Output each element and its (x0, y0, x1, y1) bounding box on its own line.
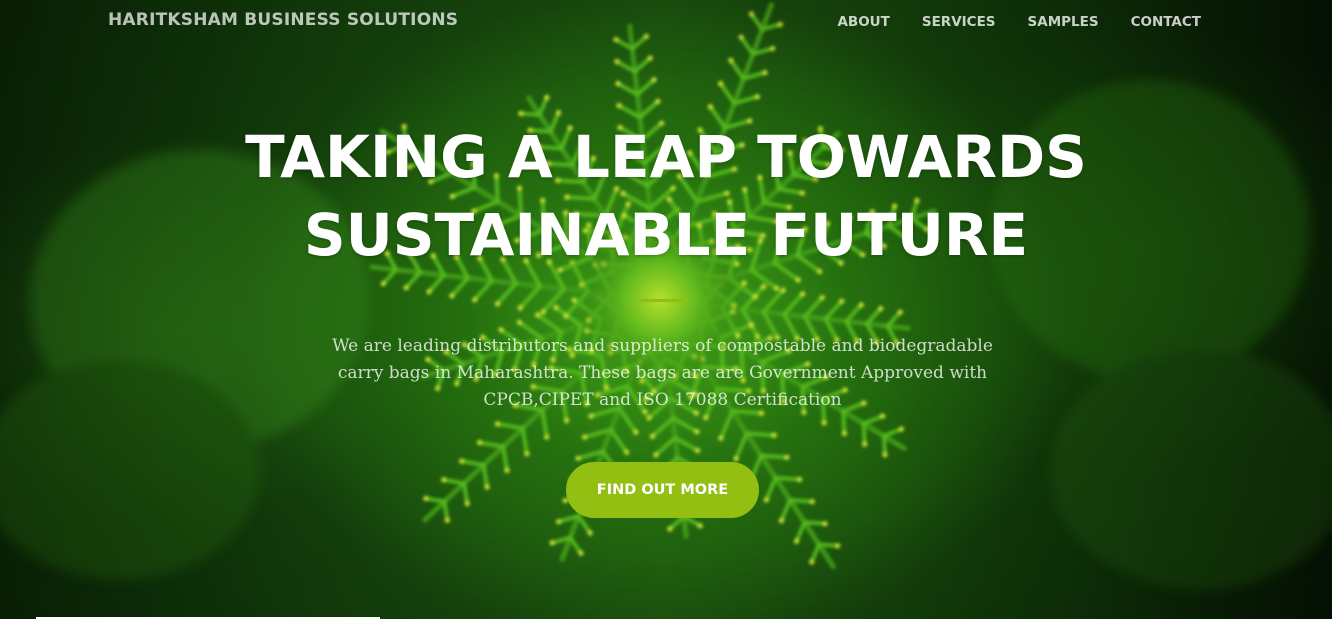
vignette-overlay (0, 0, 1332, 619)
hero-headline-line2: SUSTAINABLE FUTURE (303, 201, 1029, 269)
main-nav: ABOUT SERVICES SAMPLES CONTACT (805, 14, 1201, 30)
hero-headline: TAKING A LEAP TOWARDS SUSTAINABLE FUTURE (0, 118, 1332, 274)
nav-item-samples[interactable]: SAMPLES (1028, 14, 1099, 30)
nav-item-contact[interactable]: CONTACT (1131, 14, 1201, 30)
nav-item-services[interactable]: SERVICES (922, 14, 996, 30)
hero-headline-line1: TAKING A LEAP TOWARDS (245, 123, 1087, 191)
brand-logo[interactable]: HARITKSHAM BUSINESS SOLUTIONS (108, 10, 458, 30)
nav-item-about[interactable]: ABOUT (837, 14, 889, 30)
headline-divider (638, 299, 688, 302)
hero-description: We are leading distributors and supplier… (332, 336, 993, 410)
find-out-more-button[interactable]: FIND OUT MORE (566, 462, 759, 518)
hero-section: HARITKSHAM BUSINESS SOLUTIONS ABOUT SERV… (0, 0, 1332, 619)
